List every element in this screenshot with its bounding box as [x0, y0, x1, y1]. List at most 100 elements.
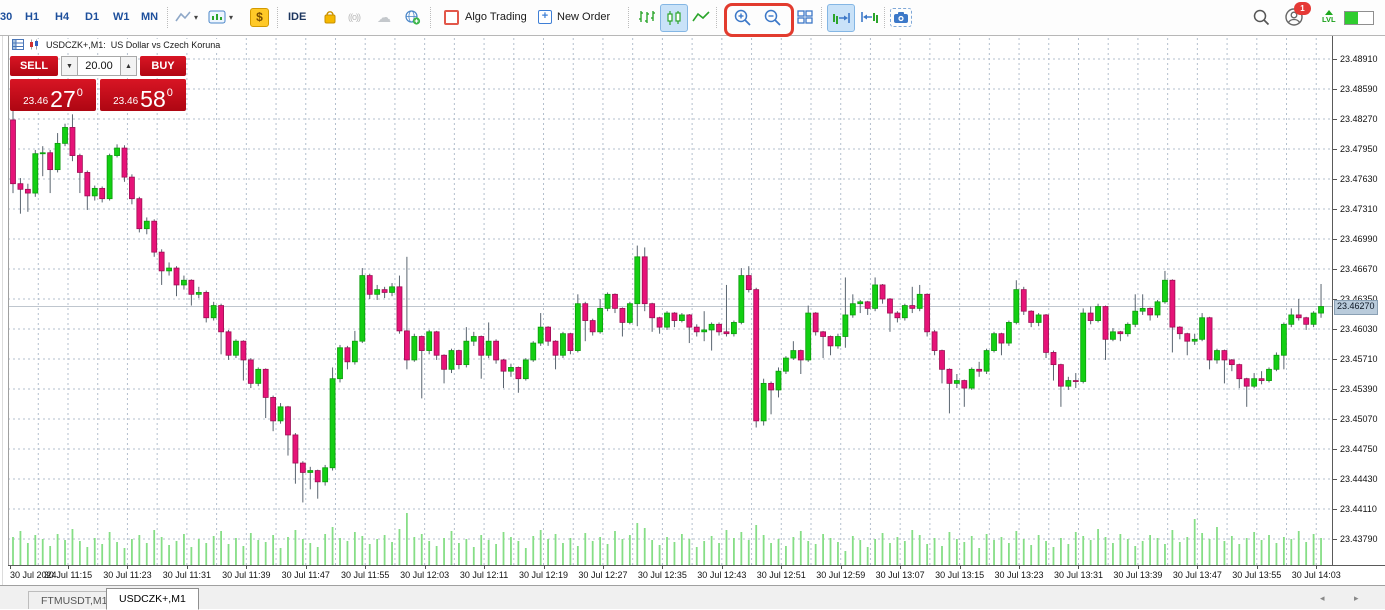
algo-trading-label: Algo Trading — [465, 11, 527, 23]
time-axis-tick — [10, 566, 11, 569]
time-axis-tick — [1078, 566, 1079, 569]
objects-line-button[interactable]: ▾ — [174, 4, 198, 30]
bar-chart-mode-button[interactable] — [636, 4, 658, 30]
price-axis-tick — [1333, 419, 1337, 420]
time-axis-tick — [425, 566, 426, 569]
price-axis-tick — [1333, 269, 1337, 270]
account-button[interactable]: 1 — [1284, 4, 1304, 30]
search-icon — [1252, 8, 1270, 26]
volume-input[interactable]: 20.00 — [78, 56, 120, 76]
time-axis-label: 30 Jul 13:55 — [1232, 570, 1281, 580]
price-axis[interactable]: 23.46270 23.4891023.4859023.4827023.4795… — [1332, 36, 1385, 565]
price-axis-tick — [1333, 209, 1337, 210]
ide-button[interactable]: IDE — [288, 4, 306, 30]
time-axis-label: 30 Jul 11:39 — [222, 570, 270, 580]
time-axis-tick — [544, 566, 545, 569]
time-axis-label: 30 Jul 11:31 — [163, 570, 211, 580]
volume-decrease-button[interactable]: ▼ — [61, 56, 78, 76]
timeframe-h4[interactable]: H4 — [55, 4, 69, 30]
progress-fill — [1345, 12, 1358, 24]
time-axis[interactable]: 30 Jul 202430 Jul 11:1530 Jul 11:2330 Ju… — [8, 565, 1385, 586]
candle-chart-mode-button[interactable] — [660, 4, 688, 32]
toolbar-separator — [167, 7, 168, 28]
time-axis-tick — [246, 566, 247, 569]
screenshot-button[interactable] — [890, 4, 912, 30]
price-axis-tick — [1333, 239, 1337, 240]
time-axis-tick — [1257, 566, 1258, 569]
price-axis-tick — [1333, 539, 1337, 540]
lvl-button[interactable]: LVL — [1322, 4, 1336, 30]
price-axis-label: 23.47310 — [1340, 204, 1378, 214]
time-axis-label: 30 Jul 13:31 — [1054, 570, 1103, 580]
dollar-button[interactable]: $ — [250, 4, 269, 30]
quotes-table-icon[interactable] — [12, 39, 24, 50]
volume-increase-button[interactable]: ▲ — [120, 56, 137, 76]
tile-windows-button[interactable] — [792, 4, 818, 30]
toolbar-separator — [430, 7, 431, 28]
signals-icon[interactable]: ((o)) — [348, 4, 360, 30]
time-axis-tick — [722, 566, 723, 569]
price-axis-tick — [1333, 179, 1337, 180]
community-globe-icon — [404, 9, 421, 26]
time-axis-label: 30 Jul 13:23 — [995, 570, 1044, 580]
time-axis-label: 30 Jul 12:35 — [638, 570, 687, 580]
timeframe-d1[interactable]: D1 — [85, 4, 99, 30]
time-axis-label: 30 Jul 11:23 — [103, 570, 151, 580]
timeframe-mn[interactable]: MN — [141, 4, 158, 30]
buy-button[interactable]: BUY — [140, 56, 186, 76]
time-axis-tick — [1019, 566, 1020, 569]
new-order-button[interactable]: + New Order — [538, 4, 610, 30]
time-axis-tick — [900, 566, 901, 569]
chart-tab-bar: FTMUSDT,M1 USDCZK+,M1 ◂ ▸ — [0, 585, 1385, 609]
indicators-button[interactable]: ▾ — [208, 4, 233, 30]
time-axis-label: 30 Jul 12:19 — [519, 570, 568, 580]
time-axis-tick — [662, 566, 663, 569]
lvl-icon: LVL — [1322, 10, 1336, 24]
chevron-down-icon[interactable]: ▾ — [229, 13, 233, 22]
search-button[interactable] — [1252, 4, 1270, 30]
buy-price-display[interactable]: 23.46580 — [100, 79, 186, 111]
dollar-icon: $ — [250, 8, 269, 27]
price-axis-tick — [1333, 59, 1337, 60]
community-button[interactable] — [404, 4, 421, 30]
toolbar-separator — [277, 7, 278, 28]
price-axis-tick — [1333, 89, 1337, 90]
timeframe-h1[interactable]: H1 — [25, 4, 39, 30]
price-axis-label: 23.44750 — [1340, 444, 1378, 454]
tab-scroll-left[interactable]: ◂ — [1320, 593, 1325, 604]
toolbar-separator — [884, 7, 885, 28]
shift-chart-end-button[interactable] — [827, 4, 855, 32]
chart-title: USDCZK+,M1: US Dollar vs Czech Koruna — [46, 40, 220, 50]
tab-scroll-right[interactable]: ▸ — [1354, 593, 1359, 604]
market-bag-icon — [322, 9, 338, 25]
price-axis-label: 23.46990 — [1340, 234, 1378, 244]
screenshot-camera-icon — [890, 8, 912, 27]
chevron-down-icon[interactable]: ▾ — [194, 13, 198, 22]
time-axis-label: 30 Jul 11:15 — [44, 570, 92, 580]
time-axis-tick — [603, 566, 604, 569]
price-axis-tick — [1333, 359, 1337, 360]
main-toolbar: 30 H1 H4 D1 W1 MN ▾ ▾ $ IDE ((o)) ☁ — [0, 0, 1385, 36]
cloud-icon[interactable]: ☁ — [377, 4, 391, 30]
objects-line-icon — [174, 9, 192, 25]
tab-usdczk-m1[interactable]: USDCZK+,M1 — [106, 588, 199, 610]
market-button[interactable] — [322, 4, 338, 30]
chart-canvas[interactable] — [8, 36, 1332, 565]
notification-badge: 1 — [1294, 2, 1311, 15]
timeframe-m30[interactable]: 30 — [0, 4, 12, 30]
price-axis-label: 23.45710 — [1340, 354, 1378, 364]
sell-button[interactable]: SELL — [10, 56, 58, 76]
line-chart-mode-button[interactable] — [690, 4, 712, 30]
chart-candles-icon[interactable] — [28, 39, 40, 50]
time-axis-tick — [1197, 566, 1198, 569]
shift-chart-left-button[interactable] — [857, 4, 883, 30]
time-axis-tick — [960, 566, 961, 569]
algo-trading-toggle[interactable]: Algo Trading — [444, 4, 527, 30]
left-panel-edge[interactable] — [0, 36, 9, 608]
time-axis-label: 30 Jul 13:39 — [1113, 570, 1162, 580]
sell-price-display[interactable]: 23.46270 — [10, 79, 96, 111]
account-icon: 1 — [1284, 7, 1304, 27]
time-axis-label: 30 Jul 14:03 — [1292, 570, 1341, 580]
price-axis-label: 23.47950 — [1340, 144, 1378, 154]
timeframe-w1[interactable]: W1 — [113, 4, 130, 30]
